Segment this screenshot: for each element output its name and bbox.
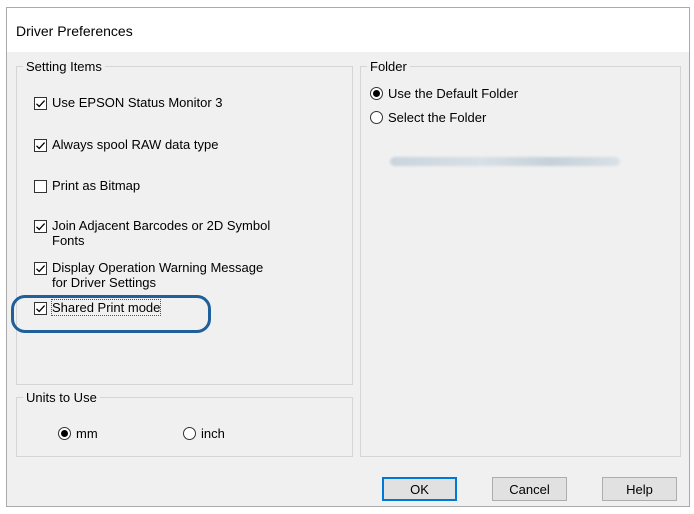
setting-items-legend: Setting Items <box>23 58 105 75</box>
radio-unit-mm[interactable]: mm <box>58 426 98 441</box>
checkbox-always-spool-raw[interactable]: Always spool RAW data type <box>34 137 218 152</box>
radio-label: mm <box>76 426 98 441</box>
radio-unit-inch[interactable]: inch <box>183 426 225 441</box>
radio-select-folder[interactable]: Select the Folder <box>370 110 486 125</box>
checkbox-checked-icon[interactable] <box>34 262 47 275</box>
radio-selected-icon[interactable] <box>58 427 71 440</box>
radio-selected-icon[interactable] <box>370 87 383 100</box>
radio-unselected-icon[interactable] <box>370 111 383 124</box>
driver-preferences-dialog: Driver Preferences Setting Items Use EPS… <box>6 7 690 507</box>
checkbox-label: Display Operation Warning Message for Dr… <box>52 260 264 290</box>
radio-label: Select the Folder <box>388 110 487 125</box>
title-bar: Driver Preferences <box>7 8 689 52</box>
checkbox-checked-icon[interactable] <box>34 139 47 152</box>
checkbox-checked-icon[interactable] <box>34 220 47 233</box>
checkbox-use-status-monitor[interactable]: Use EPSON Status Monitor 3 <box>34 95 223 110</box>
checkbox-label: Always spool RAW data type <box>52 137 219 152</box>
checkbox-display-warning-message[interactable]: Display Operation Warning Message for Dr… <box>34 260 263 290</box>
checkbox-label: Print as Bitmap <box>52 178 141 193</box>
radio-default-folder[interactable]: Use the Default Folder <box>370 86 518 101</box>
checkbox-print-as-bitmap[interactable]: Print as Bitmap <box>34 178 140 193</box>
radio-unselected-icon[interactable] <box>183 427 196 440</box>
highlight-callout-outline <box>11 295 211 333</box>
checkbox-unchecked-icon[interactable] <box>34 180 47 193</box>
dialog-title: Driver Preferences <box>16 23 133 39</box>
checkbox-join-adjacent-barcodes[interactable]: Join Adjacent Barcodes or 2D Symbol Font… <box>34 218 270 248</box>
folder-legend: Folder <box>367 58 410 75</box>
radio-label: inch <box>201 426 225 441</box>
cancel-button[interactable]: Cancel <box>492 477 567 501</box>
checkbox-label: Join Adjacent Barcodes or 2D Symbol Font… <box>52 218 271 248</box>
ok-button[interactable]: OK <box>382 477 457 501</box>
checkbox-checked-icon[interactable] <box>34 97 47 110</box>
units-legend: Units to Use <box>23 389 100 406</box>
radio-label: Use the Default Folder <box>388 86 519 101</box>
checkbox-label: Use EPSON Status Monitor 3 <box>52 95 223 110</box>
help-button[interactable]: Help <box>602 477 677 501</box>
folder-path-blurred <box>390 157 620 166</box>
